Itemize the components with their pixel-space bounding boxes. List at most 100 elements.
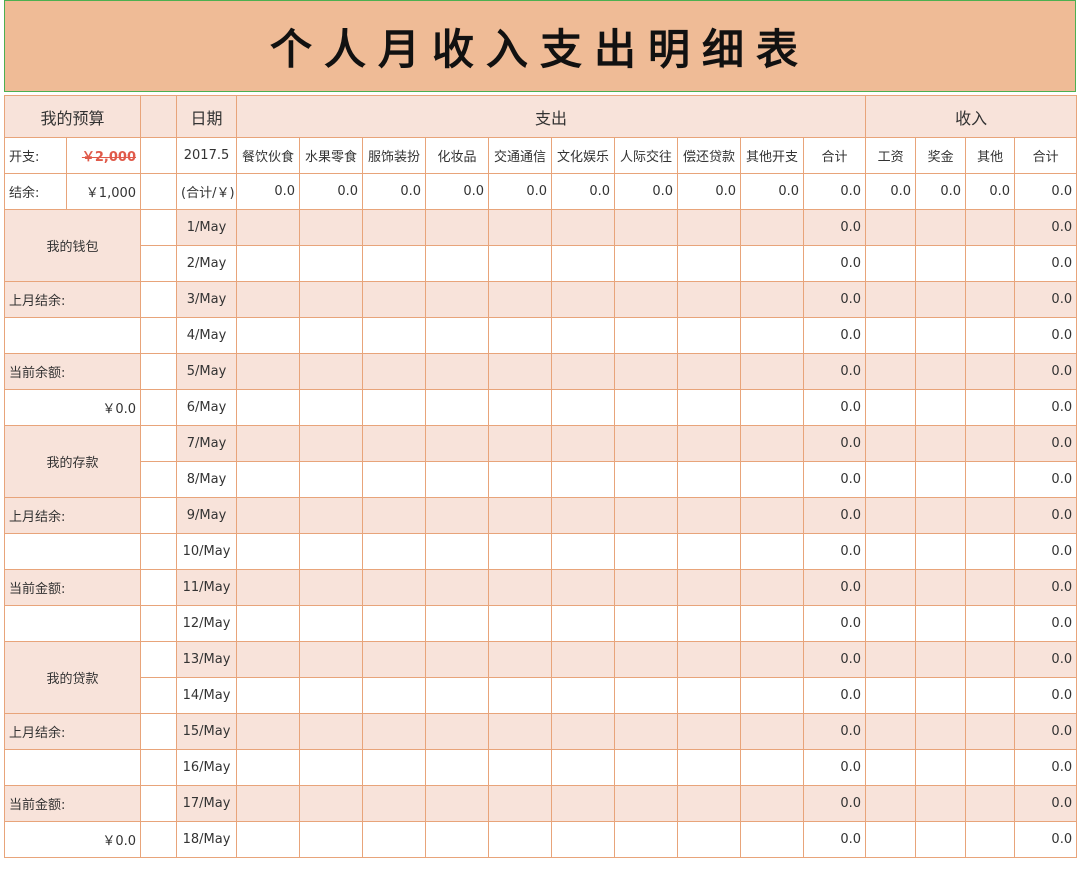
income-input-cell[interactable]	[965, 497, 1016, 534]
income-input-cell[interactable]	[965, 281, 1016, 318]
income-row-total[interactable]: 0.0	[1014, 245, 1078, 282]
expense-input-cell[interactable]	[614, 245, 679, 282]
empty-cell[interactable]	[140, 245, 178, 282]
date-cell[interactable]: 11/May	[176, 569, 238, 606]
income-total-cell[interactable]: 0.0	[865, 173, 917, 210]
expense-input-cell[interactable]	[551, 209, 616, 246]
empty-cell[interactable]	[140, 749, 178, 786]
expense-input-cell[interactable]	[677, 569, 742, 606]
expense-input-cell[interactable]	[677, 497, 742, 534]
date-cell[interactable]: 16/May	[176, 749, 238, 786]
title-bar[interactable]: 个人月收入支出明细表	[4, 0, 1076, 92]
expense-input-cell[interactable]	[677, 641, 742, 678]
expense-input-cell[interactable]	[551, 389, 616, 426]
expense-input-cell[interactable]	[740, 641, 805, 678]
expense-input-cell[interactable]	[740, 569, 805, 606]
expense-input-cell[interactable]	[551, 281, 616, 318]
expense-row-total[interactable]: 0.0	[803, 245, 867, 282]
expense-input-cell[interactable]	[236, 533, 301, 570]
expense-input-cell[interactable]	[551, 317, 616, 354]
date-cell[interactable]: 9/May	[176, 497, 238, 534]
expense-input-cell[interactable]	[551, 245, 616, 282]
income-input-cell[interactable]	[965, 533, 1016, 570]
expense-input-cell[interactable]	[362, 353, 427, 390]
expense-input-cell[interactable]	[614, 713, 679, 750]
income-input-cell[interactable]	[965, 317, 1016, 354]
income-input-cell[interactable]	[865, 821, 917, 858]
expense-input-cell[interactable]	[551, 785, 616, 822]
empty-cell[interactable]	[140, 317, 178, 354]
income-total-cell[interactable]: 0.0	[1014, 173, 1078, 210]
date-cell[interactable]: 2/May	[176, 245, 238, 282]
income-row-total[interactable]: 0.0	[1014, 317, 1078, 354]
expense-input-cell[interactable]	[299, 677, 364, 714]
income-input-cell[interactable]	[865, 317, 917, 354]
expense-category-header[interactable]: 化妆品	[425, 137, 490, 174]
expense-total-cell[interactable]: 0.0	[362, 173, 427, 210]
expense-row-total[interactable]: 0.0	[803, 317, 867, 354]
expense-input-cell[interactable]	[551, 821, 616, 858]
expense-input-cell[interactable]	[488, 425, 553, 462]
expense-input-cell[interactable]	[299, 533, 364, 570]
expense-input-cell[interactable]	[236, 461, 301, 498]
income-row-total[interactable]: 0.0	[1014, 605, 1078, 642]
empty-cell[interactable]	[140, 389, 178, 426]
savings-current-value[interactable]	[3, 605, 142, 642]
expense-input-cell[interactable]	[425, 641, 490, 678]
expense-category-header[interactable]: 交通通信	[488, 137, 553, 174]
expense-input-cell[interactable]	[236, 317, 301, 354]
expense-input-cell[interactable]	[488, 209, 553, 246]
expense-input-cell[interactable]	[425, 533, 490, 570]
expense-input-cell[interactable]	[488, 353, 553, 390]
expense-input-cell[interactable]	[614, 317, 679, 354]
date-cell[interactable]: 12/May	[176, 605, 238, 642]
expense-input-cell[interactable]	[551, 569, 616, 606]
income-input-cell[interactable]	[965, 749, 1016, 786]
expense-input-cell[interactable]	[740, 785, 805, 822]
empty-cell[interactable]	[140, 569, 178, 606]
expense-input-cell[interactable]	[236, 749, 301, 786]
expense-input-cell[interactable]	[425, 281, 490, 318]
income-row-total[interactable]: 0.0	[1014, 209, 1078, 246]
expense-input-cell[interactable]	[614, 497, 679, 534]
expense-input-cell[interactable]	[488, 641, 553, 678]
expense-input-cell[interactable]	[677, 749, 742, 786]
income-row-total[interactable]: 0.0	[1014, 749, 1078, 786]
expense-input-cell[interactable]	[677, 425, 742, 462]
expense-row-total[interactable]: 0.0	[803, 677, 867, 714]
period-total-label[interactable]: (合计/￥)	[176, 173, 238, 210]
expense-input-cell[interactable]	[362, 497, 427, 534]
expense-row-total[interactable]: 0.0	[803, 497, 867, 534]
expense-input-cell[interactable]	[362, 677, 427, 714]
expense-input-cell[interactable]	[677, 461, 742, 498]
date-cell[interactable]: 1/May	[176, 209, 238, 246]
expense-input-cell[interactable]	[488, 749, 553, 786]
income-input-cell[interactable]	[965, 389, 1016, 426]
income-input-cell[interactable]	[965, 353, 1016, 390]
income-input-cell[interactable]	[965, 569, 1016, 606]
income-category-header[interactable]: 其他	[965, 137, 1016, 174]
income-input-cell[interactable]	[865, 605, 917, 642]
expense-input-cell[interactable]	[236, 209, 301, 246]
date-cell[interactable]: 8/May	[176, 461, 238, 498]
expense-input-cell[interactable]	[425, 425, 490, 462]
expense-input-cell[interactable]	[614, 821, 679, 858]
expense-input-cell[interactable]	[740, 497, 805, 534]
empty-cell[interactable]	[140, 605, 178, 642]
expense-row-total[interactable]: 0.0	[803, 461, 867, 498]
income-input-cell[interactable]	[915, 713, 967, 750]
expense-input-cell[interactable]	[677, 245, 742, 282]
expense-input-cell[interactable]	[614, 281, 679, 318]
expense-input-cell[interactable]	[425, 497, 490, 534]
expense-input-cell[interactable]	[677, 209, 742, 246]
date-cell[interactable]: 6/May	[176, 389, 238, 426]
expense-category-header[interactable]: 合计	[803, 137, 867, 174]
expense-input-cell[interactable]	[488, 569, 553, 606]
expense-category-header[interactable]: 服饰装扮	[362, 137, 427, 174]
expense-category-header[interactable]: 餐饮伙食	[236, 137, 301, 174]
empty-cell[interactable]	[140, 533, 178, 570]
expense-input-cell[interactable]	[362, 749, 427, 786]
expense-input-cell[interactable]	[740, 209, 805, 246]
income-input-cell[interactable]	[865, 461, 917, 498]
income-input-cell[interactable]	[865, 497, 917, 534]
